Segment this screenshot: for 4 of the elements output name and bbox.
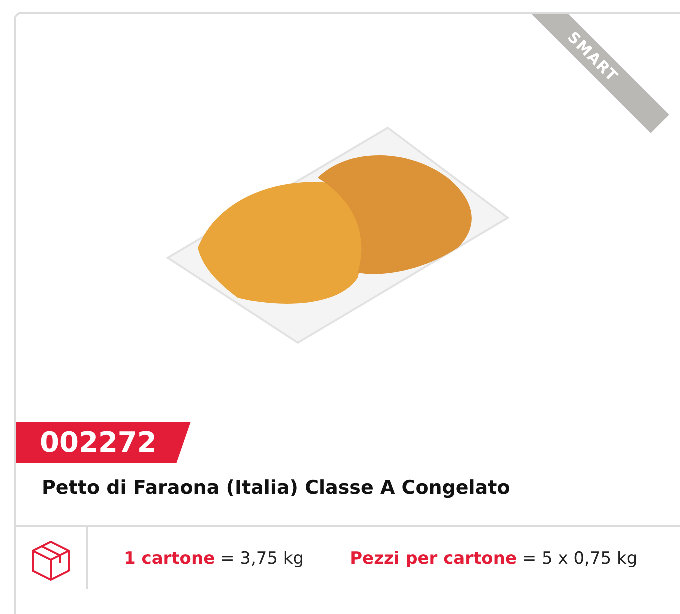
product-code-badge: 002272 xyxy=(16,422,191,463)
packaging-info: Pezzi per cartone = 5 x 0,75 kg xyxy=(350,549,638,571)
product-title: Petto di Faraona (Italia) Classe A Congelato xyxy=(42,477,512,501)
packaging-info: 1 cartone = 3,75 kg xyxy=(124,549,304,571)
